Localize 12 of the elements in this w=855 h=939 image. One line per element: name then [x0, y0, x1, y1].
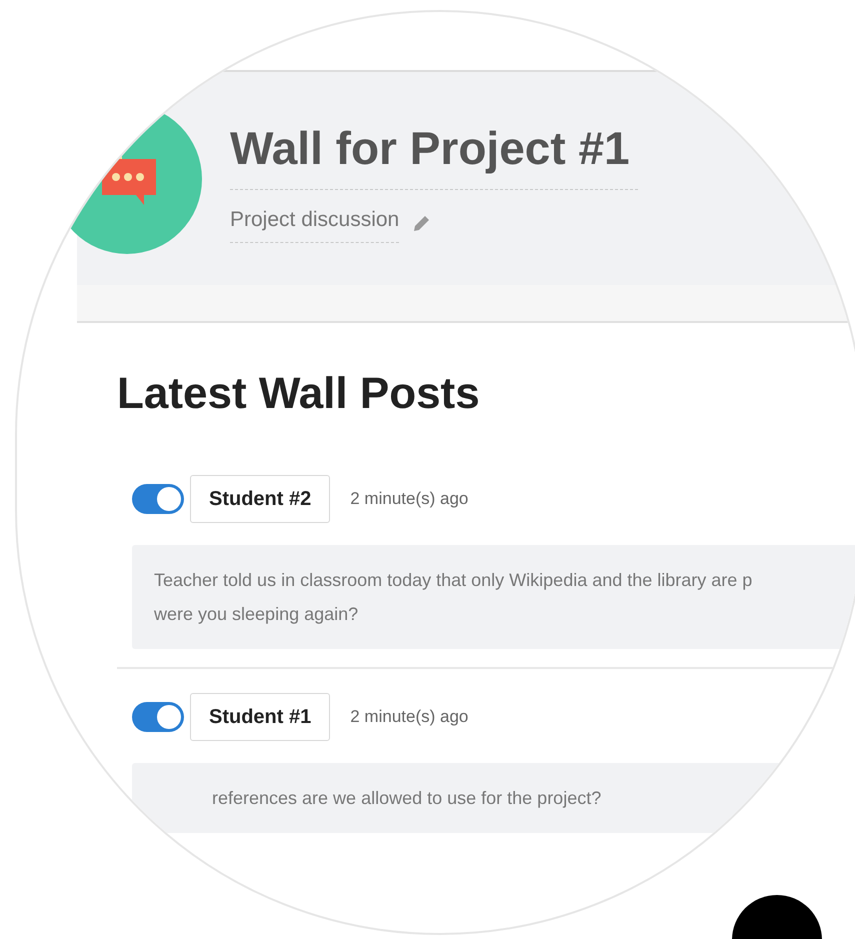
- pencil-icon[interactable]: [411, 214, 432, 234]
- wall-description: Project discussion: [230, 204, 400, 243]
- post-time: 2 minute(s) ago: [350, 488, 468, 510]
- post-text: references are we allowed to use for the project?: [212, 787, 602, 810]
- post-time: 2 minute(s) ago: [350, 706, 468, 728]
- section-heading: Latest Wall Posts: [117, 368, 481, 420]
- toggle-switch[interactable]: [132, 484, 184, 514]
- wall-title: Wall for Project #1: [230, 114, 638, 190]
- author-name: Student #1: [190, 693, 330, 741]
- toggle-switch[interactable]: [132, 702, 184, 732]
- author-name: Student #2: [190, 475, 330, 523]
- post-text: Teacher told us in classroom today that only Wikipedia and the library are p were you sleeping again?: [154, 569, 754, 626]
